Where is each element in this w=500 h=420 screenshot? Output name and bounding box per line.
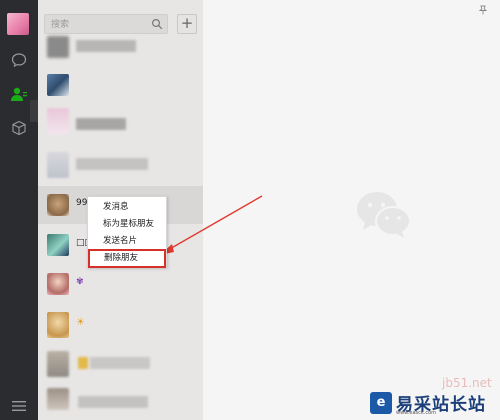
contact-name-blurred (76, 158, 148, 170)
menu-item-send-message[interactable]: 发消息 (88, 199, 166, 216)
active-indicator (30, 100, 38, 122)
contact-avatar (47, 388, 69, 410)
contact-name-blurred (78, 357, 88, 369)
pin-icon[interactable] (478, 5, 488, 15)
context-menu: 发消息 标为星标朋友 发送名片 删除朋友 (87, 196, 167, 268)
contact-avatar (47, 108, 69, 134)
menu-icon[interactable] (9, 396, 29, 416)
contact-name-blurred (90, 357, 150, 369)
chat-icon[interactable] (9, 50, 29, 70)
contact-name: 99 (76, 198, 88, 208)
watermark-url: www.easck.com (396, 410, 437, 416)
contact-row[interactable]: ☀ (38, 308, 203, 348)
contact-row[interactable] (38, 104, 203, 144)
main-panel (203, 0, 500, 420)
contact-avatar (47, 74, 69, 96)
sun-emoji-icon: ☀ (76, 317, 85, 328)
wechat-logo-icon (357, 192, 411, 238)
watermark: jb51.net e 易采站长站 www.easck.com (362, 376, 500, 420)
contact-avatar (47, 351, 69, 377)
purple-emoji-icon: ✾ (76, 277, 84, 287)
contact-avatar (47, 312, 69, 338)
contact-avatar (47, 273, 69, 295)
menu-item-send-card[interactable]: 发送名片 (88, 233, 166, 250)
contact-avatar (47, 36, 69, 58)
my-avatar[interactable] (7, 13, 29, 35)
contact-name-blurred (76, 40, 136, 52)
contact-row[interactable]: ✾ (38, 266, 203, 306)
contact-name-blurred (78, 396, 148, 408)
contact-avatar (47, 152, 69, 178)
contact-row[interactable] (38, 68, 203, 108)
brand-logo-icon: e (370, 392, 392, 414)
contact-row[interactable] (38, 382, 203, 420)
contact-row[interactable] (38, 146, 203, 186)
contact-row[interactable] (38, 345, 203, 385)
menu-item-star-friend[interactable]: 标为星标朋友 (88, 216, 166, 233)
contacts-icon[interactable] (9, 84, 29, 104)
contact-avatar (47, 194, 69, 216)
watermark-faint-text: jb51.net (442, 376, 492, 390)
contact-row[interactable] (38, 28, 203, 68)
contact-name-blurred (76, 118, 126, 130)
nav-rail (0, 0, 38, 420)
collections-icon[interactable] (9, 118, 29, 138)
wechat-window: + 99 □□ (0, 0, 500, 420)
menu-item-delete-friend[interactable]: 删除朋友 (88, 249, 166, 268)
contact-avatar (47, 234, 69, 256)
